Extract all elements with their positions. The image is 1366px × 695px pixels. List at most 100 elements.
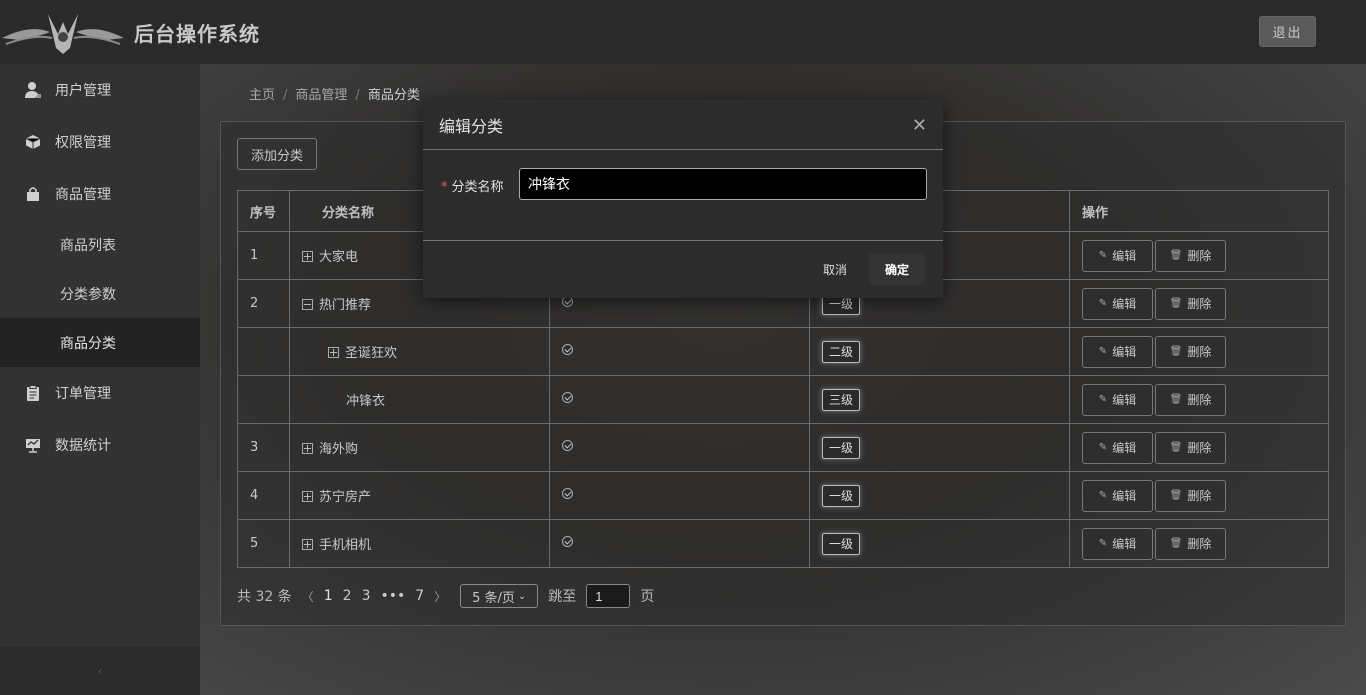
edit-label: 编辑 — [1112, 249, 1137, 263]
logout-button[interactable]: 退出 — [1259, 16, 1316, 47]
row-name: 大家电 — [319, 250, 359, 265]
row-name: 苏宁房产 — [319, 490, 372, 505]
sidebar-item-label: 权限管理 — [55, 135, 111, 151]
pencil-icon: ✎ — [1098, 490, 1108, 501]
cube-icon — [24, 133, 42, 151]
row-name-cell: 圣诞狂欢 — [289, 327, 550, 376]
sidebar-item-label: 订单管理 — [55, 386, 111, 402]
delete-button[interactable]: 🗑 删除 — [1155, 287, 1226, 320]
pencil-icon: ✎ — [1098, 346, 1108, 357]
page-ellipsis[interactable]: ••• — [381, 588, 406, 604]
category-name-label-text: 分类名称 — [451, 180, 504, 195]
sidebar-item-orders[interactable]: 订单管理 — [0, 367, 200, 419]
trash-icon: 🗑 — [1169, 394, 1183, 405]
sidebar-item-permissions[interactable]: 权限管理 — [0, 116, 200, 168]
level-tag: 三级 — [822, 388, 861, 411]
add-category-button[interactable]: 添加分类 — [237, 138, 317, 170]
row-level-cell: 三级 — [809, 375, 1070, 424]
breadcrumb: 主页 / 商品管理 / 商品分类 — [249, 84, 420, 103]
sidebar-item-products[interactable]: 商品管理 — [0, 168, 200, 220]
page-1[interactable]: 1 — [324, 588, 333, 604]
delete-button[interactable]: 🗑 删除 — [1155, 431, 1226, 464]
dialog-header: 编辑分类 ✕ — [423, 100, 943, 150]
delete-button[interactable]: 🗑 删除 — [1155, 335, 1226, 368]
breadcrumb-separator: / — [283, 88, 288, 103]
expand-icon[interactable] — [328, 347, 339, 358]
breadcrumb-home[interactable]: 主页 — [249, 88, 275, 103]
edit-button[interactable]: ✎ 编辑 — [1082, 431, 1153, 464]
page-3[interactable]: 3 — [362, 588, 371, 604]
dialog-title: 编辑分类 — [439, 116, 504, 136]
edit-button[interactable]: ✎ 编辑 — [1082, 383, 1153, 416]
edit-button[interactable]: ✎ 编辑 — [1082, 239, 1153, 272]
expand-icon[interactable] — [302, 491, 313, 502]
edit-button[interactable]: ✎ 编辑 — [1082, 287, 1153, 320]
edit-button[interactable]: ✎ 编辑 — [1082, 335, 1153, 368]
cancel-button[interactable]: 取消 — [807, 253, 863, 285]
row-index: 4 — [237, 471, 290, 520]
collapse-icon[interactable] — [302, 299, 313, 310]
row-valid-cell — [549, 327, 810, 376]
pagination-total: 共 32 条 — [237, 589, 292, 605]
pencil-icon: ✎ — [1098, 538, 1108, 549]
delete-label: 删除 — [1187, 393, 1212, 407]
edit-category-dialog: 编辑分类 ✕ *分类名称 取消 确定 — [423, 100, 943, 298]
expand-icon[interactable] — [302, 251, 313, 262]
next-page-icon[interactable]: 〉 — [434, 588, 446, 605]
sidebar-item-label: 用户管理 — [55, 83, 111, 99]
edit-label: 编辑 — [1112, 537, 1137, 551]
edit-label: 编辑 — [1112, 297, 1137, 311]
row-actions-cell: ✎ 编辑 🗑 删除 — [1069, 231, 1329, 280]
row-name-cell: 冲锋衣 — [289, 375, 550, 424]
row-index — [237, 375, 290, 424]
prev-page-icon[interactable]: 〈 — [302, 588, 314, 605]
level-tag: 一级 — [822, 532, 861, 555]
chevron-down-icon: ⌄ — [517, 590, 527, 602]
trash-icon: 🗑 — [1169, 442, 1183, 453]
delete-button[interactable]: 🗑 删除 — [1155, 479, 1226, 512]
confirm-button[interactable]: 确定 — [869, 253, 925, 285]
row-actions-cell: ✎ 编辑 🗑 删除 — [1069, 327, 1329, 376]
edit-label: 编辑 — [1112, 489, 1137, 503]
sidebar-item-label: 商品管理 — [55, 187, 111, 203]
sidebar-item-statistics[interactable]: 数据统计 — [0, 419, 200, 471]
sidebar-collapse-toggle[interactable]: ‹ — [0, 647, 200, 695]
page-size-value: 5 条/页 — [472, 590, 515, 606]
check-circle-icon — [562, 488, 573, 499]
page-2[interactable]: 2 — [343, 588, 352, 604]
page-7[interactable]: 7 — [415, 588, 424, 604]
row-level-cell: 二级 — [809, 327, 1070, 376]
header-actions: 操作 — [1069, 190, 1329, 232]
sidebar-subitem-product-category[interactable]: 商品分类 — [0, 318, 200, 367]
trash-icon: 🗑 — [1169, 490, 1183, 501]
table-row: 圣诞狂欢 二级 ✎ 编辑 🗑 删除 — [237, 327, 1329, 376]
table-row: 5 手机相机 一级 ✎ 编辑 🗑 删除 — [237, 519, 1329, 568]
jump-input[interactable] — [586, 584, 631, 608]
dialog-footer: 取消 确定 — [423, 241, 943, 297]
expand-icon[interactable] — [302, 539, 313, 550]
delete-label: 删除 — [1187, 489, 1212, 503]
edit-button[interactable]: ✎ 编辑 — [1082, 527, 1153, 560]
delete-button[interactable]: 🗑 删除 — [1155, 527, 1226, 560]
sidebar-subitem-category-params[interactable]: 分类参数 — [0, 269, 200, 318]
row-level-cell: 一级 — [809, 471, 1070, 520]
trash-icon: 🗑 — [1169, 538, 1183, 549]
sidebar-subitem-product-list[interactable]: 商品列表 — [0, 220, 200, 269]
chevron-icon: ‹ — [97, 664, 103, 678]
category-name-input[interactable] — [519, 168, 927, 200]
chart-icon — [24, 436, 42, 454]
delete-button[interactable]: 🗑 删除 — [1155, 239, 1226, 272]
close-icon[interactable]: ✕ — [912, 115, 927, 136]
breadcrumb-section[interactable]: 商品管理 — [295, 88, 347, 103]
row-name: 热门推荐 — [319, 298, 372, 313]
delete-button[interactable]: 🗑 删除 — [1155, 383, 1226, 416]
row-actions-cell: ✎ 编辑 🗑 删除 — [1069, 471, 1329, 520]
page-size-select[interactable]: 5 条/页 ⌄ — [460, 584, 539, 608]
expand-icon[interactable] — [302, 443, 313, 454]
row-index: 2 — [237, 279, 290, 328]
edit-button[interactable]: ✎ 编辑 — [1082, 479, 1153, 512]
page-suffix: 页 — [640, 589, 655, 605]
table-row: 冲锋衣 三级 ✎ 编辑 🗑 删除 — [237, 375, 1329, 424]
sidebar-item-users[interactable]: 用户管理 — [0, 64, 200, 116]
breadcrumb-current: 商品分类 — [367, 88, 420, 103]
